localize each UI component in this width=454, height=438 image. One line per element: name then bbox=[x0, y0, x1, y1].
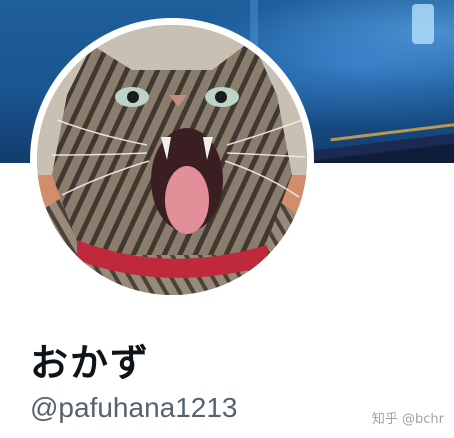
cat-avatar-icon bbox=[37, 25, 307, 295]
display-name: おかず bbox=[30, 341, 151, 385]
avatar[interactable] bbox=[37, 25, 307, 295]
user-handle: @pafuhana1213 bbox=[30, 392, 238, 423]
watermark-text: 知乎 @bchr bbox=[371, 412, 444, 427]
banner-light-glow bbox=[412, 4, 434, 44]
